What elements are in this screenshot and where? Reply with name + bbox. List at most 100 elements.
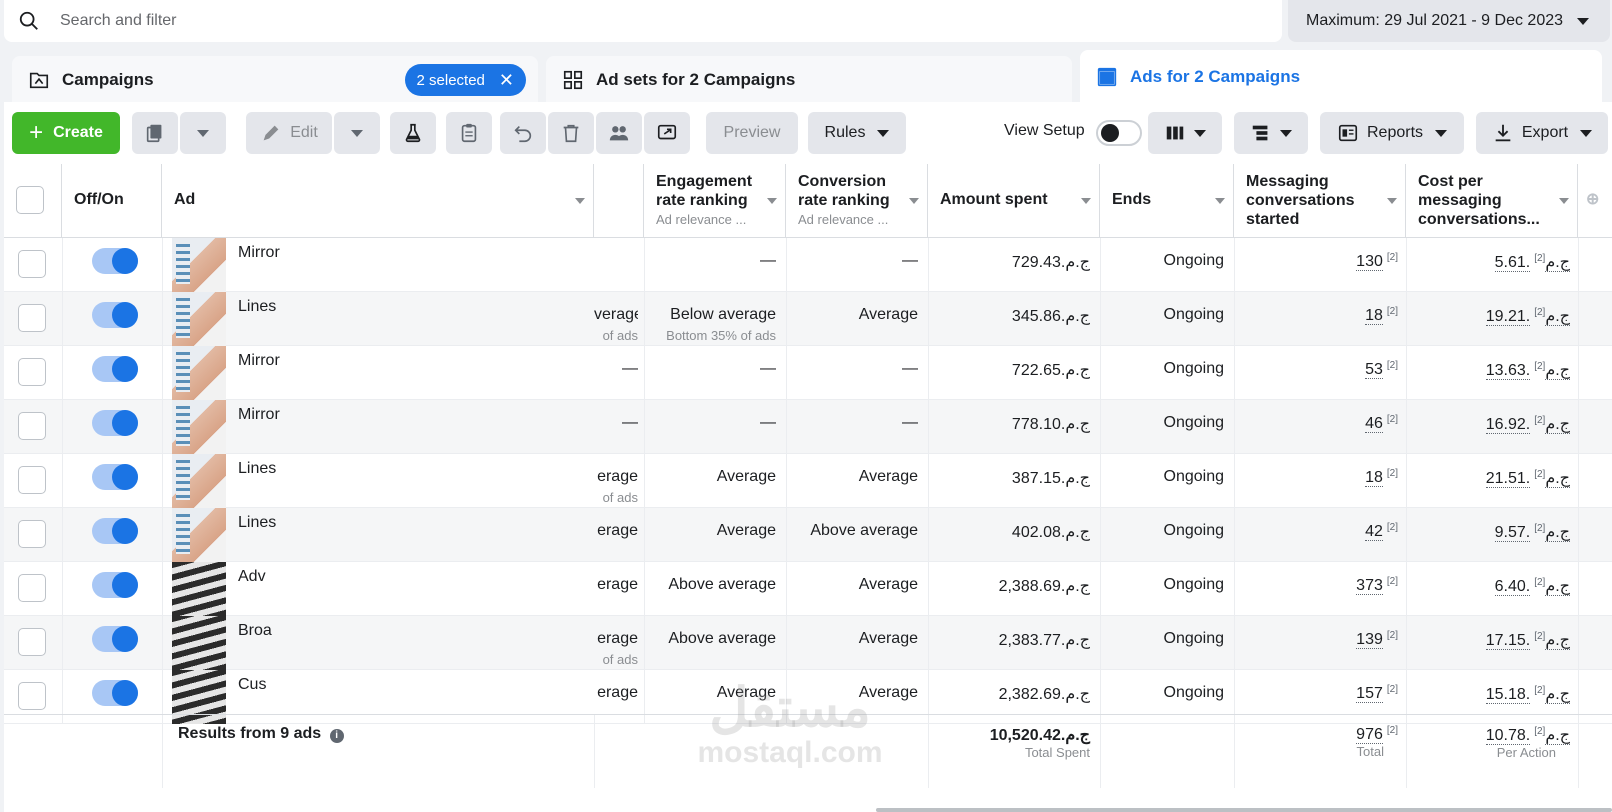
row-checkbox[interactable] [18, 412, 46, 440]
cost-per-messaging-value[interactable]: 9.57.ج.م [1494, 524, 1570, 542]
cost-per-messaging-value[interactable]: 15.18.ج.م [1485, 686, 1570, 704]
select-all-checkbox[interactable] [16, 186, 44, 214]
ad-column-header[interactable]: Ad [162, 164, 594, 238]
columns-button[interactable] [1148, 112, 1222, 154]
row-checkbox[interactable] [18, 520, 46, 548]
duplicate-button[interactable] [132, 112, 178, 154]
close-icon[interactable]: ✕ [499, 70, 514, 91]
amount-spent-header[interactable]: Amount spent [928, 164, 1100, 238]
ad-thumbnail[interactable] [172, 400, 226, 454]
cost-per-messaging-value[interactable]: 17.15.ج.م [1485, 632, 1570, 650]
cost-per-messaging-value[interactable]: 21.51.ج.م [1485, 470, 1570, 488]
ad-name[interactable]: Cus [238, 676, 266, 694]
conversion-ranking-header[interactable]: Conversion rate ranking Ad relevance ... [786, 164, 928, 238]
messaging-value[interactable]: 46 [1365, 415, 1383, 434]
table-row[interactable]: Lines erage of ads Average Average 387.15.ج.م… [4, 454, 1612, 508]
export-button[interactable]: Export [1476, 112, 1608, 154]
ad-name[interactable]: Lines [238, 514, 276, 532]
table-row[interactable]: Broa erage of ads Above average Average 2,383… [4, 616, 1612, 670]
ad-status-toggle[interactable] [92, 410, 138, 436]
cost-per-messaging-value[interactable]: 5.61.ج.م [1494, 254, 1570, 272]
sort-icon[interactable] [575, 198, 585, 204]
audience-button[interactable] [596, 112, 642, 154]
row-checkbox[interactable] [18, 250, 46, 278]
ad-name[interactable]: Lines [238, 460, 276, 478]
ad-thumbnail[interactable] [172, 616, 226, 670]
reports-button[interactable]: Reports [1320, 112, 1464, 154]
ad-thumbnail[interactable] [172, 562, 226, 616]
messaging-value[interactable]: 373 [1356, 577, 1383, 596]
rules-button[interactable]: Rules [808, 112, 906, 154]
add-column-icon[interactable]: ⊕ [1578, 164, 1612, 238]
messaging-value[interactable]: 53 [1365, 361, 1383, 380]
cost-per-messaging-value[interactable]: 16.92.ج.م [1485, 416, 1570, 434]
messaging-value[interactable]: 18 [1365, 469, 1383, 488]
undo-button[interactable] [500, 112, 546, 154]
sort-icon[interactable] [1081, 198, 1091, 204]
sort-icon[interactable] [767, 198, 777, 204]
paste-button[interactable] [446, 112, 492, 154]
ad-thumbnail[interactable] [172, 346, 226, 400]
search-input[interactable]: Search and filter [60, 12, 177, 30]
preview-button[interactable]: Preview [706, 112, 798, 154]
info-icon[interactable]: i [329, 729, 344, 743]
sort-icon[interactable] [1559, 198, 1569, 204]
engagement-ranking-header[interactable]: Engagement rate ranking Ad relevance ... [644, 164, 786, 238]
ad-status-toggle[interactable] [92, 680, 138, 706]
horizontal-scrollbar[interactable] [876, 808, 1612, 812]
cost-per-messaging-value[interactable]: 13.63.ج.م [1485, 362, 1570, 380]
ab-test-button[interactable] [390, 112, 436, 154]
search-bar[interactable]: Search and filter [4, 0, 1282, 42]
messaging-value[interactable]: 139 [1356, 631, 1383, 650]
ad-thumbnail[interactable] [172, 454, 226, 508]
table-row[interactable]: Lines verage of ads Below average Bottom 35%… [4, 292, 1612, 346]
ad-thumbnail[interactable] [172, 508, 226, 562]
view-setup-toggle[interactable] [1096, 120, 1142, 146]
ad-name[interactable]: Broa [238, 622, 272, 640]
sort-icon[interactable] [1387, 198, 1397, 204]
table-row[interactable]: Mirror — — —722.65.ج.م Ongoing 53 [2] 13.63.ج.م… [4, 346, 1612, 400]
row-checkbox[interactable] [18, 466, 46, 494]
messaging-value[interactable]: 157 [1356, 685, 1383, 704]
ad-name[interactable]: Mirror [238, 406, 280, 424]
row-checkbox[interactable] [18, 304, 46, 332]
ad-name[interactable]: Lines [238, 298, 276, 316]
row-checkbox[interactable] [18, 574, 46, 602]
selected-badge[interactable]: 2 selected ✕ [404, 64, 526, 96]
date-range-picker[interactable]: Maximum: 29 Jul 2021 - 9 Dec 2023 [1288, 0, 1610, 42]
sort-icon[interactable] [909, 198, 919, 204]
table-row[interactable]: Mirror — — —778.10.ج.م Ongoing 46 [2] 16.92.ج.م… [4, 400, 1612, 454]
row-checkbox[interactable] [18, 682, 46, 710]
ad-status-toggle[interactable] [92, 572, 138, 598]
table-row[interactable]: Lines erage Average Above average 402.08.ج.م… [4, 508, 1612, 562]
edit-menu-button[interactable] [334, 112, 380, 154]
messaging-value[interactable]: 130 [1356, 253, 1383, 272]
ad-status-toggle[interactable] [92, 626, 138, 652]
share-button[interactable] [644, 112, 690, 154]
breakdown-button[interactable] [1234, 112, 1308, 154]
create-button[interactable]: + Create [12, 112, 120, 154]
tab-ad-sets[interactable]: Ad sets for 2 Campaigns [546, 56, 1072, 104]
cost-per-messaging-value[interactable]: 19.21.ج.م [1485, 308, 1570, 326]
ad-name[interactable]: Adv [238, 568, 266, 586]
ad-name[interactable]: Mirror [238, 244, 280, 262]
messaging-header[interactable]: Messaging conversations started [1234, 164, 1406, 238]
edit-button[interactable]: Edit [246, 112, 332, 154]
sort-icon[interactable] [1215, 198, 1225, 204]
ends-header[interactable]: Ends [1100, 164, 1234, 238]
ad-status-toggle[interactable] [92, 464, 138, 490]
tab-ads[interactable]: Ads for 2 Campaigns [1080, 50, 1602, 104]
ad-status-toggle[interactable] [92, 302, 138, 328]
table-row[interactable]: Adv erage Above average Average 2,388.69.ج.م… [4, 562, 1612, 616]
table-row[interactable]: Mirror — —729.43.ج.م Ongoing 130 [2] 5.61.ج.م[… [4, 238, 1612, 292]
row-checkbox[interactable] [18, 628, 46, 656]
cost-per-messaging-value[interactable]: 6.40.ج.م [1494, 578, 1570, 596]
ad-name[interactable]: Mirror [238, 352, 280, 370]
cost-per-messaging-header[interactable]: Cost per messaging conversations... [1406, 164, 1578, 238]
ad-status-toggle[interactable] [92, 518, 138, 544]
messaging-value[interactable]: 42 [1365, 523, 1383, 542]
ad-status-toggle[interactable] [92, 356, 138, 382]
messaging-value[interactable]: 18 [1365, 307, 1383, 326]
row-checkbox[interactable] [18, 358, 46, 386]
ad-thumbnail[interactable] [172, 292, 226, 346]
